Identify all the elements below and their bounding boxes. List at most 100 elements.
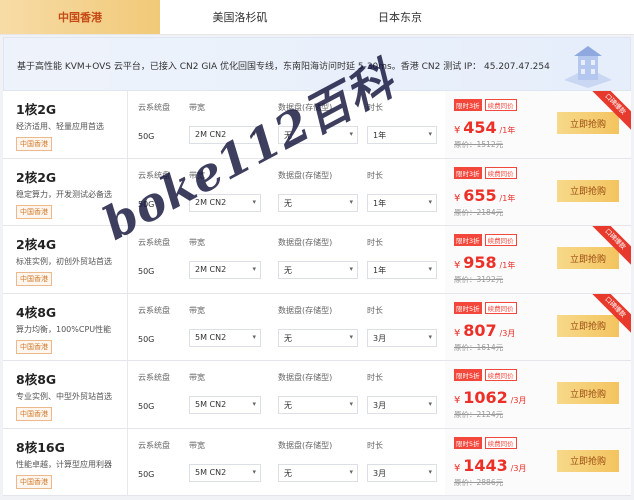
bandwidth-value: 2M CN2 <box>195 130 227 139</box>
buy-now-button[interactable]: 立即抢购 <box>557 314 619 337</box>
plan-description: 标准实例，初创外贸站首选 <box>16 257 112 266</box>
datadisk-value: 无 <box>284 131 292 140</box>
duration-value: 1年 <box>373 131 387 140</box>
discount-badge: 限时3折 <box>454 166 482 179</box>
datadisk-select[interactable]: 无 ▾ <box>278 261 358 279</box>
buy-now-button[interactable]: 立即抢购 <box>557 382 619 404</box>
bandwidth-label: 带宽 <box>189 305 205 315</box>
bandwidth-select[interactable]: 2M CN2 ▾ <box>189 193 261 212</box>
bandwidth-label: 带宽 <box>189 103 205 112</box>
tab-los-angeles[interactable]: 美国洛杉矶 <box>160 0 320 34</box>
duration-select[interactable]: 1年 ▾ <box>367 126 437 144</box>
chevron-down-icon: ▾ <box>349 265 353 273</box>
datadisk-value: 无 <box>284 266 292 275</box>
datadisk-label: 数据盘(存储型) <box>278 170 333 180</box>
currency-symbol: ¥ <box>454 462 461 474</box>
duration-label: 时长 <box>367 238 383 247</box>
disk-value: 50G <box>138 469 155 479</box>
datadisk-select[interactable]: 无 ▾ <box>278 193 358 212</box>
discount-badge: 限时5折 <box>454 436 482 449</box>
region-tabs: 中国香港 美国洛杉矶 日本东京 <box>0 0 634 35</box>
discount-badge: 限时3折 <box>454 99 482 111</box>
disk-label: 云系统盘 <box>138 305 170 315</box>
bandwidth-select[interactable]: 5M CN2 ▾ <box>189 396 261 414</box>
duration-value: 3月 <box>373 468 387 478</box>
region-tag: 中国香港 <box>16 474 52 489</box>
bandwidth-select[interactable]: 2M CN2 ▾ <box>189 261 261 279</box>
chevron-down-icon: ▾ <box>428 467 432 476</box>
buy-now-button[interactable]: 立即抢购 <box>557 449 619 472</box>
datadisk-value: 无 <box>284 333 292 343</box>
price-value: 454 <box>463 118 497 137</box>
renew-badge: 续费同价 <box>484 234 517 246</box>
disk-label: 云系统盘 <box>138 238 170 247</box>
chevron-down-icon: ▾ <box>428 130 432 138</box>
tab-hongkong[interactable]: 中国香港 <box>0 0 160 34</box>
datadisk-select[interactable]: 无 ▾ <box>278 463 358 482</box>
column-divider <box>127 158 128 225</box>
datadisk-label: 数据盘(存储型) <box>278 238 333 247</box>
bandwidth-label: 带宽 <box>189 170 205 180</box>
datadisk-select[interactable]: 无 ▾ <box>278 126 358 144</box>
plan-row: 2核2G 稳定算力，开发测试必备选 中国香港 云系统盘 50G 带宽 2M CN… <box>3 158 631 226</box>
plan-spec: 2核4G <box>16 237 57 252</box>
plan-spec: 2核2G <box>16 169 57 185</box>
datadisk-value: 无 <box>284 401 292 410</box>
disk-value: 50G <box>138 334 155 344</box>
price: ¥ 958 /1年 <box>454 253 515 272</box>
currency-symbol: ¥ <box>454 395 461 406</box>
datadisk-select[interactable]: 无 ▾ <box>278 396 358 414</box>
duration-value: 3月 <box>373 333 387 343</box>
bandwidth-label: 带宽 <box>189 440 205 450</box>
plan-spec: 8核8G <box>16 372 57 387</box>
column-divider <box>127 293 128 360</box>
duration-select[interactable]: 1年 ▾ <box>367 261 437 279</box>
plan-description: 经济适用、轻量应用首选 <box>16 122 104 131</box>
bandwidth-label: 带宽 <box>189 373 205 382</box>
price-period: /3月 <box>499 328 516 338</box>
datadisk-label: 数据盘(存储型) <box>278 103 333 112</box>
tab-tokyo[interactable]: 日本东京 <box>320 0 480 34</box>
original-price: 原价：2124元 <box>454 410 504 419</box>
duration-select[interactable]: 3月 ▾ <box>367 396 437 414</box>
renew-badge: 续费同价 <box>484 436 517 449</box>
duration-select[interactable]: 3月 ▾ <box>367 328 437 347</box>
buy-now-button[interactable]: 立即抢购 <box>557 112 619 134</box>
original-price: 原价：1614元 <box>454 342 504 352</box>
buy-now-button[interactable]: 立即抢购 <box>557 179 619 202</box>
bandwidth-select[interactable]: 5M CN2 ▾ <box>189 328 261 347</box>
column-divider <box>127 91 128 158</box>
plan-list: 1核2G 经济适用、轻量应用首选 中国香港 云系统盘 50G 带宽 2M CN2… <box>3 91 631 496</box>
chevron-down-icon: ▾ <box>349 467 353 476</box>
badges: 限时5折 续费同价 <box>454 301 517 314</box>
bandwidth-value: 2M CN2 <box>195 265 227 274</box>
plan-row: 4核8G 算力均衡，100%CPU性能 中国香港 云系统盘 50G 带宽 5M … <box>3 293 631 361</box>
bandwidth-value: 5M CN2 <box>195 332 227 342</box>
badges: 限时5折 续费同价 <box>454 436 517 449</box>
datadisk-value: 无 <box>284 468 292 478</box>
plan-info: 2核4G 标准实例，初创外贸站首选 中国香港 <box>3 226 127 293</box>
bandwidth-select[interactable]: 5M CN2 ▾ <box>189 463 261 482</box>
price: ¥ 1443 /3月 <box>454 456 526 475</box>
buy-now-button[interactable]: 立即抢购 <box>557 247 619 269</box>
datadisk-select[interactable]: 无 ▾ <box>278 328 358 347</box>
chevron-down-icon: ▾ <box>252 197 256 206</box>
column-divider <box>127 361 128 428</box>
original-price: 原价：2184元 <box>454 207 504 217</box>
price-value: 1443 <box>463 455 508 475</box>
bandwidth-select[interactable]: 2M CN2 ▾ <box>189 126 261 144</box>
plan-description: 稳定算力，开发测试必备选 <box>16 189 112 199</box>
duration-label: 时长 <box>367 170 383 180</box>
price-value: 655 <box>463 185 497 205</box>
duration-value: 1年 <box>373 198 387 208</box>
duration-select[interactable]: 3月 ▾ <box>367 463 437 482</box>
chevron-down-icon: ▾ <box>428 197 432 206</box>
renew-badge: 续费同价 <box>484 369 517 381</box>
chevron-down-icon: ▾ <box>428 332 432 341</box>
duration-select[interactable]: 1年 ▾ <box>367 193 437 212</box>
chevron-down-icon: ▾ <box>252 332 256 341</box>
discount-badge: 限时5折 <box>454 369 482 381</box>
region-tag: 中国香港 <box>16 339 52 354</box>
price-box: 限时3折 续费同价 ¥ 655 /1年 原价：2184元 立即抢购 <box>445 158 631 225</box>
plan-spec: 8核16G <box>16 439 65 455</box>
